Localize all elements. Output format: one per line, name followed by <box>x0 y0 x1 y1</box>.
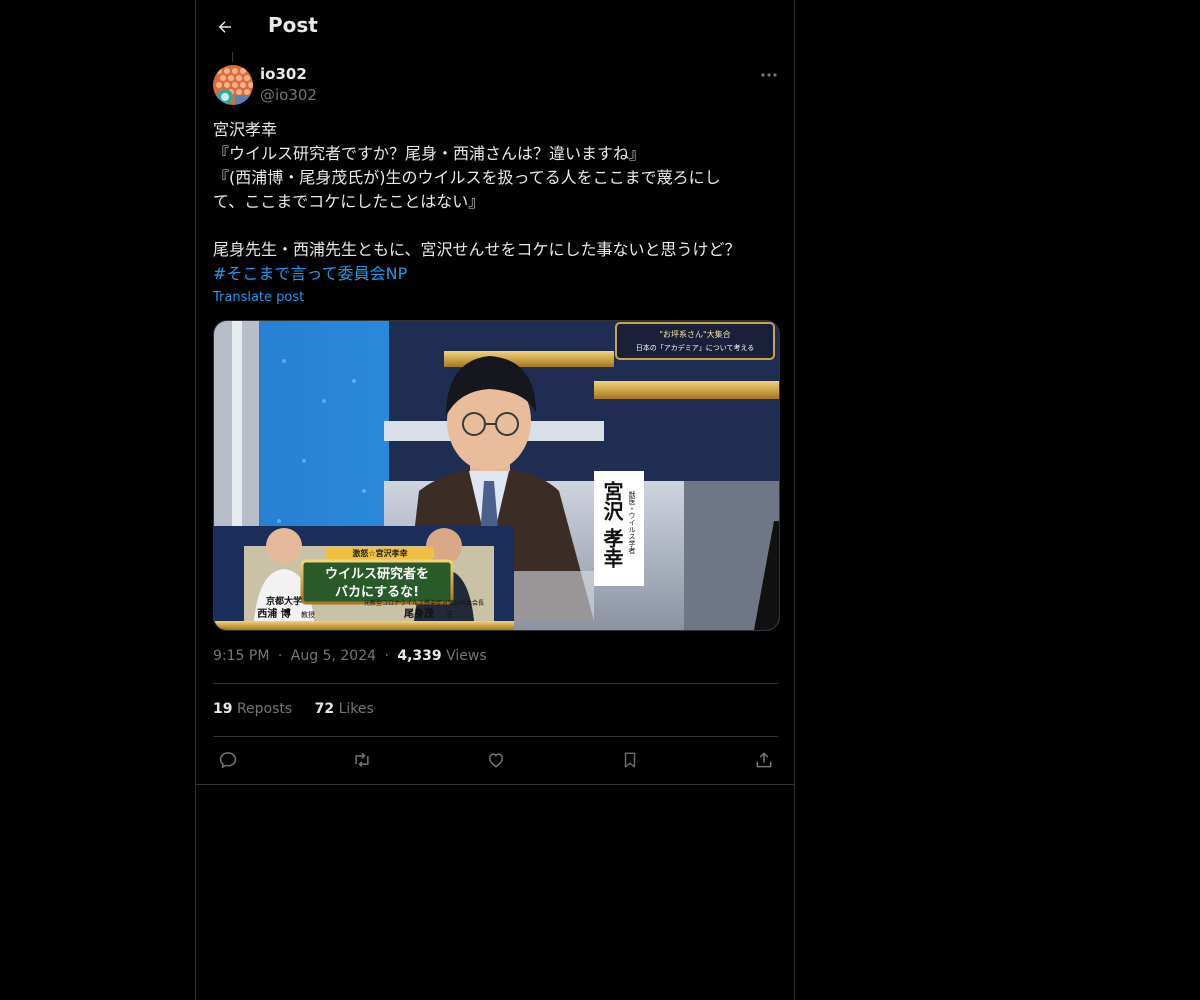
left-person-role: 教授 <box>301 610 315 619</box>
author-name[interactable]: io302 <box>260 65 307 83</box>
post-date[interactable]: Aug 5, 2024 <box>291 648 376 664</box>
post-line: 尾身先生・西浦先生ともに、宮沢せんせをコケにした事ないと思うけど？ <box>213 240 741 259</box>
lower-tag-top: 激怒☆宮沢孝幸 <box>352 548 407 558</box>
author-handle[interactable]: @io302 <box>260 86 317 104</box>
right-person-affil: 元新型コロナウイルス感染症対策分科会会長 <box>364 599 484 607</box>
post-column: Post io302 @io302 宮沢孝幸 『ウイルス研究者ですか？尾身・西浦… <box>195 0 795 1000</box>
post-line: て、ここまでコケにしたことはない』 <box>213 192 485 211</box>
bookmark-icon <box>624 752 636 768</box>
translate-post-link[interactable]: Translate post <box>213 290 304 305</box>
views-label: Views <box>446 648 487 664</box>
thread-line <box>232 52 233 62</box>
more-button[interactable] <box>756 66 782 84</box>
reposts-count: 19 <box>213 701 233 717</box>
lower-title-1: ウイルス研究者を <box>325 566 429 582</box>
reply-button[interactable] <box>215 747 241 773</box>
post-line: 宮沢孝幸 <box>213 120 278 139</box>
post-meta: 9:15 PM · Aug 5, 2024 · 4,339 Views <box>213 648 487 664</box>
right-person-role: 氏 <box>447 610 454 619</box>
post-time[interactable]: 9:15 PM <box>213 648 269 664</box>
post-line: 『ウイルス研究者ですか？尾身・西浦さんは？違いますね』 <box>213 144 646 163</box>
repost-icon <box>355 752 369 768</box>
likes-stat[interactable]: 72 Likes <box>315 701 374 717</box>
avatar-image <box>213 65 253 105</box>
post-line: 『(西浦博・尾身茂氏が)生のウイルスを扱ってる人をここまで蔑ろにし <box>213 168 721 187</box>
reply-icon <box>219 752 237 769</box>
divider <box>196 784 794 785</box>
more-horizontal-icon <box>761 73 777 77</box>
avatar[interactable] <box>213 65 253 105</box>
post-text: 宮沢孝幸 『ウイルス研究者ですか？尾身・西浦さんは？違いますね』 『(西浦博・尾… <box>213 118 778 286</box>
likes-count: 72 <box>314 701 335 717</box>
action-bar <box>213 747 778 773</box>
divider <box>213 683 778 684</box>
lower-title-2: バカにするな! <box>335 585 419 600</box>
likes-label: Likes <box>338 701 374 717</box>
header: Post <box>196 0 794 53</box>
banner-line-2: 日本の「アカデミア」について考える <box>636 343 755 352</box>
post-blank-line <box>213 214 778 238</box>
post-stats: 19 Reposts 72 Likes <box>213 701 392 717</box>
meta-separator: · <box>277 648 283 664</box>
hashtag-link[interactable]: #そこまで言って委員会NP <box>213 262 778 286</box>
name-tag-sub: 獣医・ウイルス学者 <box>628 490 636 555</box>
post-image[interactable]: "お坪系さん"大集合 日本の「アカデミア」について考える 獣医・ウイルス学者 宮… <box>213 320 780 631</box>
divider <box>213 736 778 737</box>
tv-screenshot: "お坪系さん"大集合 日本の「アカデミア」について考える 獣医・ウイルス学者 宮… <box>214 321 779 630</box>
like-button[interactable] <box>483 747 509 773</box>
share-icon <box>756 752 772 768</box>
left-person-name: 西浦 博 <box>257 607 290 620</box>
meta-separator: · <box>384 648 389 664</box>
heart-icon <box>488 753 504 768</box>
banner-line-1: "お坪系さん"大集合 <box>659 329 730 339</box>
share-button[interactable] <box>751 747 777 773</box>
arrow-left-icon <box>218 21 231 33</box>
left-person-affil: 京都大学 <box>266 595 302 607</box>
reposts-label: Reposts <box>236 701 293 717</box>
right-person-name: 尾身茂 <box>404 607 434 620</box>
page-title: Post <box>268 13 318 37</box>
back-button[interactable] <box>209 11 241 43</box>
reposts-stat[interactable]: 19 Reposts <box>213 701 297 717</box>
name-tag-main: 宮沢 孝幸 <box>600 480 624 569</box>
views-count: 4,339 <box>397 648 442 664</box>
repost-button[interactable] <box>349 747 375 773</box>
bookmark-button[interactable] <box>617 747 643 773</box>
